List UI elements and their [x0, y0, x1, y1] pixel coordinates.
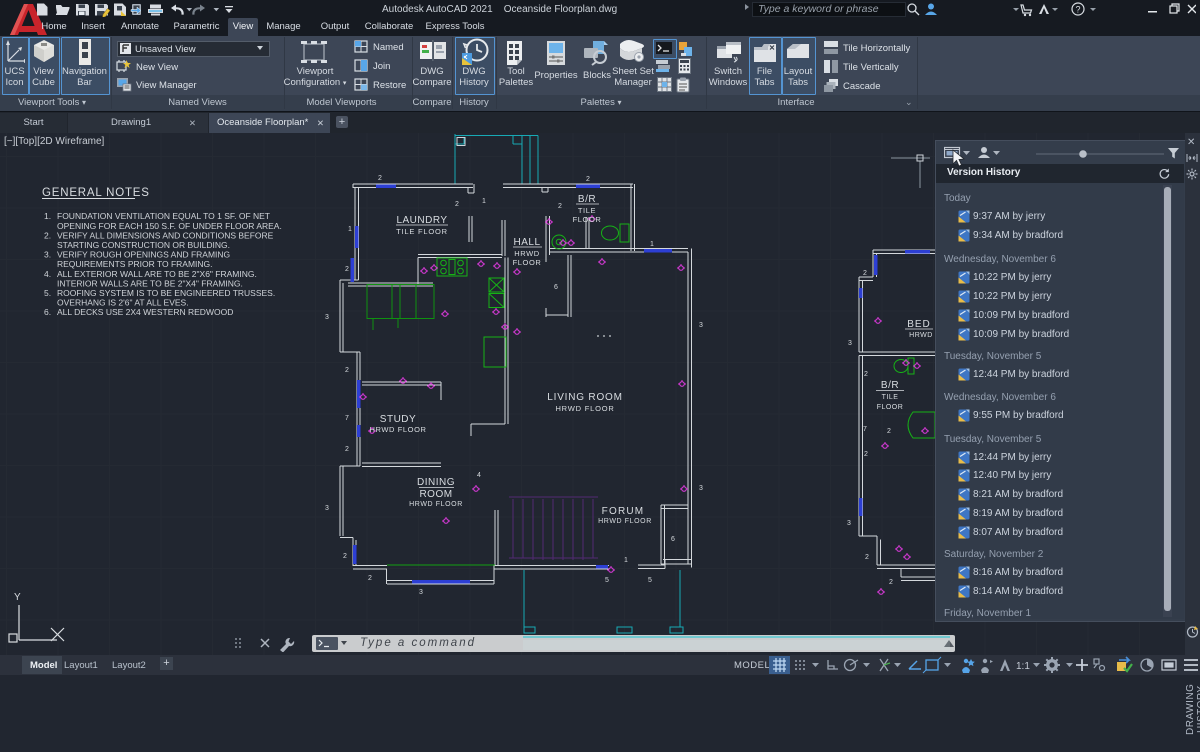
svg-text:4: 4	[477, 472, 481, 479]
svg-text:LAUNDRY: LAUNDRY	[396, 215, 447, 226]
svg-text:HRWD FLOOR: HRWD FLOOR	[598, 518, 652, 525]
svg-text:6: 6	[554, 284, 558, 291]
svg-text:1: 1	[650, 241, 654, 248]
svg-text:2: 2	[345, 266, 349, 273]
svg-text:HRWD FLOOR: HRWD FLOOR	[369, 425, 426, 434]
svg-text:5: 5	[648, 577, 652, 584]
svg-text:3: 3	[325, 314, 329, 321]
svg-text:1.: 1.	[44, 211, 51, 221]
svg-text:2: 2	[865, 554, 869, 561]
svg-text:OVERHANG IS 2'6" AT ALL EVES.: OVERHANG IS 2'6" AT ALL EVES.	[57, 298, 189, 308]
svg-text:LIVING ROOM: LIVING ROOM	[547, 392, 622, 403]
svg-text:FOUNDATION VENTILATION EQUAL T: FOUNDATION VENTILATION EQUAL TO 1 SF. OF…	[57, 211, 270, 221]
svg-text:6: 6	[671, 536, 675, 543]
svg-text:3.: 3.	[44, 250, 51, 260]
svg-text:2: 2	[558, 203, 562, 210]
svg-text:3: 3	[848, 340, 852, 347]
svg-text:TILE: TILE	[578, 206, 596, 215]
svg-text:2: 2	[455, 201, 459, 208]
svg-text:ALL DECKS USE 2X4 WESTERN REDW: ALL DECKS USE 2X4 WESTERN REDWOOD	[57, 307, 233, 317]
svg-text:ALL EXTERIOR WALL ARE TO BE 2": ALL EXTERIOR WALL ARE TO BE 2"X6" FRAMIN…	[57, 269, 257, 279]
svg-text:1: 1	[482, 198, 486, 205]
svg-text:?: ?	[1075, 5, 1080, 15]
svg-text:ROOM: ROOM	[419, 489, 452, 500]
svg-text:1:1: 1:1	[1016, 661, 1030, 672]
svg-text:FLOOR: FLOOR	[513, 258, 542, 267]
svg-text:TILE: TILE	[882, 394, 899, 401]
svg-text:FORUM: FORUM	[602, 506, 645, 517]
svg-text:5: 5	[605, 577, 609, 584]
svg-text:STARTING CONSTRUCTION OR BUILD: STARTING CONSTRUCTION OR BUILDING.	[57, 240, 230, 250]
svg-text:STUDY: STUDY	[380, 414, 416, 425]
svg-text:2.: 2.	[44, 231, 51, 241]
svg-text:TILE FLOOR: TILE FLOOR	[396, 227, 448, 236]
svg-text:2: 2	[864, 451, 868, 458]
svg-text:VERIFY ALL DIMENSIONS AND COND: VERIFY ALL DIMENSIONS AND CONDITIONS BEF…	[57, 231, 274, 241]
svg-text:DINING: DINING	[417, 477, 455, 488]
svg-text:HRWD FLOOR: HRWD FLOOR	[555, 404, 614, 413]
svg-text:BED: BED	[907, 319, 931, 330]
svg-text:2: 2	[586, 176, 590, 183]
svg-text:B/R: B/R	[578, 194, 596, 205]
svg-text:5.: 5.	[44, 288, 51, 298]
svg-text:HRWD: HRWD	[514, 249, 540, 258]
svg-text:2: 2	[345, 446, 349, 453]
svg-text:GENERAL NOTES: GENERAL NOTES	[42, 187, 150, 199]
svg-text:7: 7	[863, 426, 867, 433]
svg-text:2: 2	[343, 553, 347, 560]
svg-text:2: 2	[378, 175, 382, 182]
svg-text:6.: 6.	[44, 307, 51, 317]
svg-text:ROOFING SYSTEM IS TO BE ENGINE: ROOFING SYSTEM IS TO BE ENGINEERED TRUSS…	[57, 288, 275, 298]
svg-text:HRWD FLOOR: HRWD FLOOR	[409, 501, 463, 508]
svg-text:Y: Y	[14, 592, 21, 603]
svg-text:1: 1	[624, 557, 628, 564]
svg-text:INTERIOR WALLS ARE TO BE 2"X4": INTERIOR WALLS ARE TO BE 2"X4" FRAMING.	[57, 279, 243, 289]
svg-text:VERIFY ROUGH OPENINGS AND FRAM: VERIFY ROUGH OPENINGS AND FRAMING	[57, 250, 230, 260]
svg-text:2: 2	[345, 367, 349, 374]
svg-text:3: 3	[847, 520, 851, 527]
svg-text:B/R: B/R	[881, 380, 899, 391]
svg-text:7: 7	[345, 415, 349, 422]
svg-text:FLOOR: FLOOR	[573, 215, 602, 224]
svg-text:3: 3	[699, 485, 703, 492]
svg-text:3: 3	[699, 322, 703, 329]
svg-text:2: 2	[368, 575, 372, 582]
svg-text:2: 2	[864, 371, 868, 378]
svg-text:HALL: HALL	[513, 237, 540, 248]
svg-text:OPENING FOR EACH 150 S.F. OF U: OPENING FOR EACH 150 S.F. OF UNDER FLOOR…	[57, 221, 282, 231]
svg-text:1: 1	[348, 226, 352, 233]
svg-text:REQUIREMENTS PRIOR TO FRAMING.: REQUIREMENTS PRIOR TO FRAMING.	[57, 259, 213, 269]
svg-text:2: 2	[889, 579, 893, 586]
svg-text:FLOOR: FLOOR	[877, 404, 904, 411]
svg-text:2: 2	[863, 270, 867, 277]
svg-text:2: 2	[887, 428, 891, 435]
svg-text:4.: 4.	[44, 269, 51, 279]
svg-text:3: 3	[419, 589, 423, 596]
svg-text:HRWD: HRWD	[909, 332, 933, 339]
svg-text:3: 3	[325, 505, 329, 512]
